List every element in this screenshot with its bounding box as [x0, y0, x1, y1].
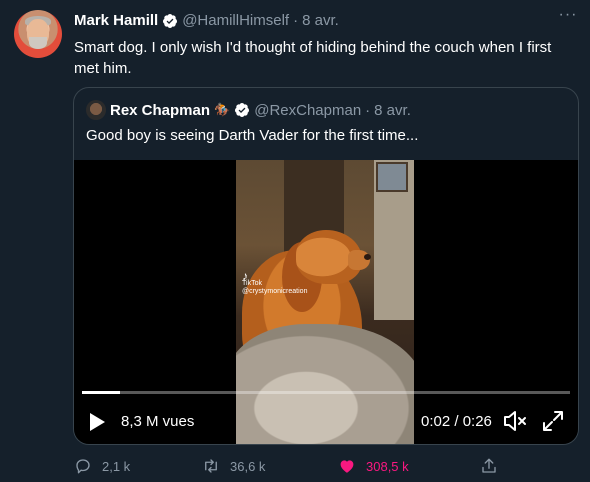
tiktok-logo-icon: ♪: [242, 269, 248, 283]
quote-date[interactable]: 8 avr.: [374, 102, 411, 119]
video-views: 8,3 M vues: [121, 413, 195, 430]
tweet-actions: 2,1 k 36,6 k 308,5 k: [74, 457, 514, 477]
retweet-count: 36,6 k: [230, 458, 266, 474]
video-frame: ♪ TikTok @crystymonicreation: [236, 160, 414, 444]
video-progress-fill: [82, 391, 120, 394]
play-icon[interactable]: [90, 413, 105, 431]
quote-author-emoji: 🏇🏼: [214, 102, 231, 117]
video-player[interactable]: ♪ TikTok @crystymonicreation 8,3 M vues …: [74, 160, 578, 444]
reply-action[interactable]: 2,1 k: [74, 457, 130, 475]
more-options-icon[interactable]: ···: [558, 7, 578, 28]
heart-filled-icon: [340, 460, 354, 473]
verified-badge-icon: [163, 13, 178, 28]
author-handle[interactable]: @HamillHimself: [182, 12, 289, 29]
dog-nose: [364, 254, 371, 260]
couch-blanket: [236, 324, 414, 444]
author-name[interactable]: Mark Hamill: [74, 12, 158, 29]
video-bg-picture: [376, 162, 408, 192]
like-action[interactable]: 308,5 k: [338, 457, 409, 475]
quote-author-avatar[interactable]: [86, 100, 106, 120]
share-icon: [482, 458, 496, 473]
author-avatar[interactable]: [14, 10, 62, 58]
reply-icon: [76, 459, 90, 474]
video-time: 0:02 / 0:26: [421, 413, 492, 430]
quote-verified-badge-icon: [235, 103, 250, 117]
avatar-beard: [29, 37, 47, 49]
quoted-tweet[interactable]: Rex Chapman 🏇🏼 @RexChapman · 8 avr. Good…: [73, 87, 579, 445]
quote-author-name[interactable]: Rex Chapman: [110, 102, 210, 119]
retweet-icon: [205, 459, 217, 473]
tweet-date[interactable]: 8 avr.: [302, 12, 339, 29]
video-progress-bar[interactable]: [82, 391, 570, 394]
header-separator: ·: [293, 12, 299, 29]
like-count: 308,5 k: [366, 458, 409, 474]
quote-text: Good boy is seeing Darth Vader for the f…: [86, 127, 419, 144]
quote-header-separator: ·: [365, 101, 371, 119]
volume-muted-icon[interactable]: [502, 409, 528, 433]
tiktok-watermark: ♪ TikTok @crystymonicreation: [242, 269, 308, 296]
retweet-action[interactable]: 36,6 k: [202, 457, 265, 475]
reply-count: 2,1 k: [102, 458, 131, 474]
tiktok-app-label: TikTok: [242, 280, 262, 287]
tweet-text: Smart dog. I only wish I'd thought of hi…: [74, 39, 552, 77]
share-action[interactable]: [480, 457, 498, 475]
quote-author-handle[interactable]: @RexChapman: [254, 102, 361, 119]
tweet-header: Mark Hamill @HamillHimself · 8 avr.: [74, 12, 339, 29]
dog-snout: [348, 250, 370, 270]
tiktok-user-label: @crystymonicreation: [242, 288, 308, 295]
fullscreen-icon[interactable]: [542, 410, 564, 432]
quote-header: Rex Chapman 🏇🏼 @RexChapman · 8 avr.: [86, 100, 411, 120]
